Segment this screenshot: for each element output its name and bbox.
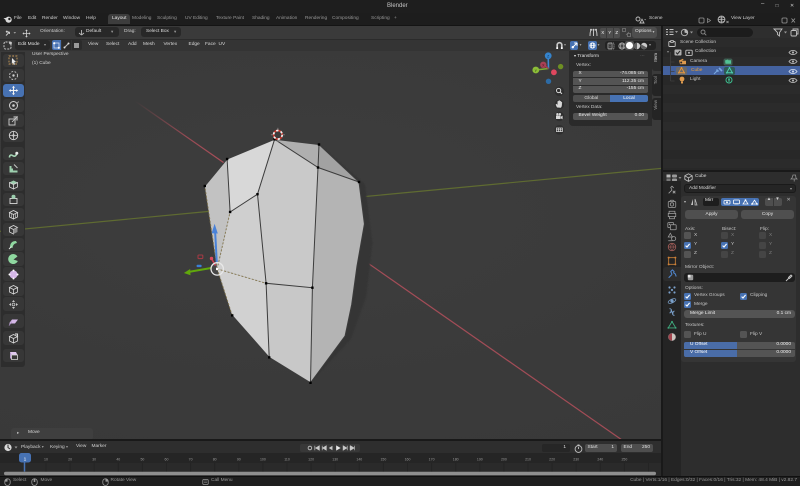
svg-text:50: 50 (140, 458, 144, 462)
svg-text:100: 100 (260, 458, 266, 462)
svg-text:1: 1 (24, 456, 27, 462)
svg-text:140: 140 (356, 458, 362, 462)
svg-text:160: 160 (405, 458, 411, 462)
svg-text:120: 120 (308, 458, 314, 462)
svg-text:110: 110 (284, 458, 290, 462)
svg-text:240: 240 (597, 458, 603, 462)
svg-text:180: 180 (453, 458, 459, 462)
svg-text:70: 70 (189, 458, 193, 462)
svg-text:170: 170 (429, 458, 435, 462)
svg-text:80: 80 (213, 458, 217, 462)
svg-text:200: 200 (501, 458, 507, 462)
svg-text:90: 90 (237, 458, 241, 462)
svg-text:210: 210 (525, 458, 531, 462)
svg-text:220: 220 (549, 458, 555, 462)
svg-text:150: 150 (380, 458, 386, 462)
svg-text:20: 20 (68, 458, 72, 462)
svg-text:250: 250 (621, 458, 627, 462)
svg-text:190: 190 (477, 458, 483, 462)
svg-text:30: 30 (92, 458, 96, 462)
svg-text:130: 130 (332, 458, 338, 462)
svg-text:230: 230 (573, 458, 579, 462)
svg-text:10: 10 (44, 458, 48, 462)
svg-text:40: 40 (116, 458, 120, 462)
svg-text:60: 60 (165, 458, 169, 462)
